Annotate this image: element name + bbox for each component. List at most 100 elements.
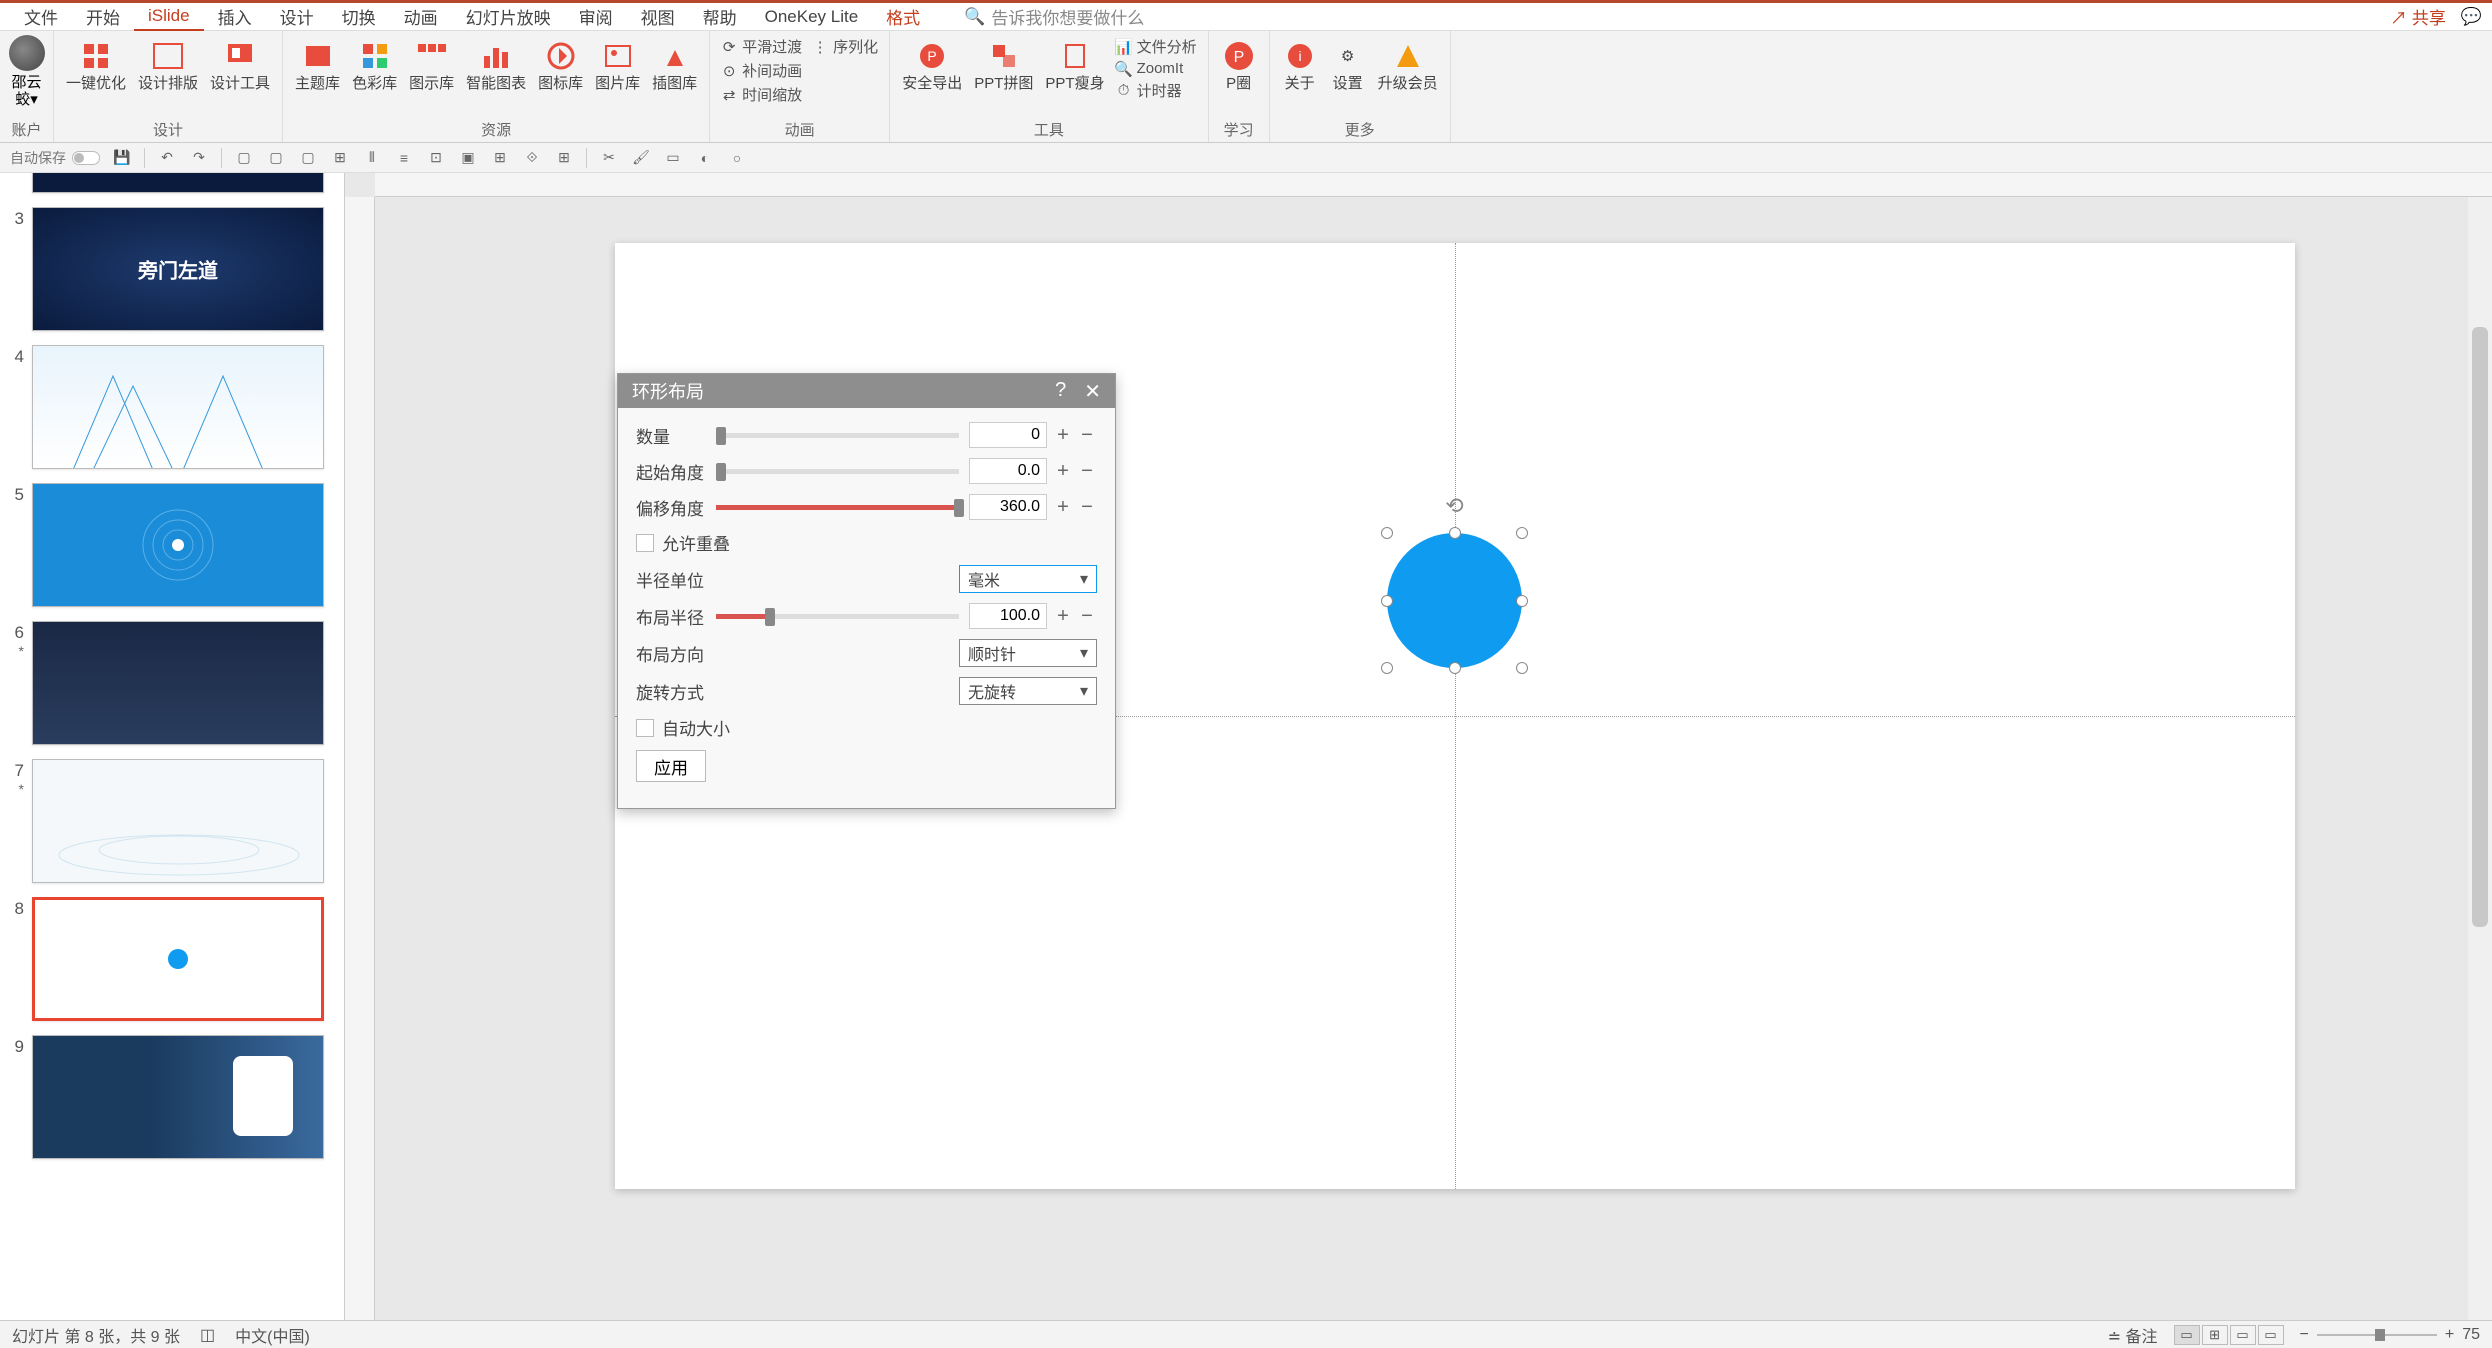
accessibility-icon[interactable]: ◫ bbox=[200, 1325, 215, 1345]
apply-button[interactable]: 应用 bbox=[636, 750, 706, 782]
start-angle-slider[interactable] bbox=[716, 469, 959, 474]
user-avatar[interactable] bbox=[9, 35, 45, 71]
qat-btn-11[interactable]: ⊞ bbox=[554, 148, 574, 168]
canvas-area[interactable]: ⟲ 环形布局 ? ✕ bbox=[345, 173, 2492, 1320]
qat-btn-12[interactable]: ✂ bbox=[599, 148, 619, 168]
btn-settings[interactable]: ⚙设置 bbox=[1326, 35, 1370, 96]
zoom-slider-thumb[interactable] bbox=[2375, 1329, 2385, 1341]
undo-icon[interactable]: ↶ bbox=[157, 148, 177, 168]
qat-btn-14[interactable]: ▭ bbox=[663, 148, 683, 168]
btn-upgrade[interactable]: 升级会员 bbox=[1374, 35, 1442, 96]
count-input[interactable] bbox=[969, 422, 1047, 448]
menu-onekey[interactable]: OneKey Lite bbox=[751, 3, 873, 31]
slide-thumb-6[interactable] bbox=[32, 621, 324, 745]
save-icon[interactable]: 💾 bbox=[112, 148, 132, 168]
slide-thumb-4[interactable] bbox=[32, 345, 324, 469]
qat-btn-2[interactable]: ▢ bbox=[266, 148, 286, 168]
dialog-title-bar[interactable]: 环形布局 ? ✕ bbox=[618, 374, 1115, 408]
btn-image-lib[interactable]: 图片库 bbox=[591, 35, 644, 96]
zoom-slider-track[interactable] bbox=[2317, 1334, 2437, 1336]
vertical-scrollbar[interactable] bbox=[2468, 197, 2492, 1320]
view-reading[interactable]: ▭ bbox=[2230, 1325, 2256, 1345]
rotate-handle[interactable]: ⟲ bbox=[1445, 493, 1463, 519]
resize-handle-s[interactable] bbox=[1449, 662, 1461, 674]
menu-slideshow[interactable]: 幻灯片放映 bbox=[452, 3, 565, 31]
slide-thumb-9[interactable] bbox=[32, 1035, 324, 1159]
btn-ppt-collage[interactable]: PPT拼图 bbox=[970, 35, 1037, 96]
btn-optimize[interactable]: 一键优化 bbox=[62, 35, 130, 96]
scrollbar-thumb[interactable] bbox=[2472, 327, 2488, 927]
view-sorter[interactable]: ⊞ bbox=[2202, 1325, 2228, 1345]
menu-islide[interactable]: iSlide bbox=[134, 3, 204, 31]
resize-handle-w[interactable] bbox=[1381, 595, 1393, 607]
resize-handle-n[interactable] bbox=[1449, 527, 1461, 539]
slide-thumb-5[interactable] bbox=[32, 483, 324, 607]
resize-handle-sw[interactable] bbox=[1381, 662, 1393, 674]
anim-smooth[interactable]: ⟳平滑过渡 bbox=[718, 35, 805, 58]
menu-help[interactable]: 帮助 bbox=[689, 3, 751, 31]
notes-button[interactable]: ≐ 备注 bbox=[2108, 1323, 2158, 1347]
view-normal[interactable]: ▭ bbox=[2174, 1325, 2200, 1345]
zoom-out[interactable]: − bbox=[2300, 1326, 2309, 1344]
dialog-help-icon[interactable]: ? bbox=[1055, 379, 1066, 404]
start-angle-input[interactable] bbox=[969, 458, 1047, 484]
view-slideshow[interactable]: ▭ bbox=[2258, 1325, 2284, 1345]
offset-angle-plus[interactable]: + bbox=[1053, 496, 1073, 519]
menu-review[interactable]: 审阅 bbox=[565, 3, 627, 31]
shape-circle[interactable] bbox=[1387, 533, 1522, 668]
zoom-value[interactable]: 75 bbox=[2462, 1326, 2480, 1344]
layout-radius-input[interactable] bbox=[969, 603, 1047, 629]
btn-diagram-lib[interactable]: 图示库 bbox=[405, 35, 458, 96]
menu-transitions[interactable]: 切换 bbox=[328, 3, 390, 31]
start-angle-minus[interactable]: − bbox=[1077, 460, 1097, 483]
count-plus[interactable]: + bbox=[1053, 424, 1073, 447]
slide-thumb-3[interactable]: 旁门左道 bbox=[32, 207, 324, 331]
menu-design[interactable]: 设计 bbox=[266, 3, 328, 31]
allow-overlap-checkbox[interactable] bbox=[636, 534, 654, 552]
resize-handle-se[interactable] bbox=[1516, 662, 1528, 674]
tell-me-search[interactable]: 🔍 告诉我你想要做什么 bbox=[964, 4, 1144, 29]
btn-pcircle[interactable]: PP圈 bbox=[1217, 35, 1261, 96]
resize-handle-nw[interactable] bbox=[1381, 527, 1393, 539]
qat-btn-6[interactable]: ≡ bbox=[394, 148, 414, 168]
btn-theme-lib[interactable]: 主题库 bbox=[291, 35, 344, 96]
qat-btn-5[interactable]: ⫴ bbox=[362, 148, 382, 168]
layout-radius-slider[interactable] bbox=[716, 614, 959, 619]
qat-btn-9[interactable]: ⊞ bbox=[490, 148, 510, 168]
btn-illustration-lib[interactable]: 插图库 bbox=[648, 35, 701, 96]
anim-timescale[interactable]: ⇄时间缩放 bbox=[718, 83, 805, 106]
share-button[interactable]: ↗ 共享 bbox=[2390, 4, 2446, 29]
slide-panel[interactable]: 3 旁门左道 4 5 6* 7* 8 9 bbox=[0, 173, 345, 1320]
tool-timer[interactable]: ⏱计时器 bbox=[1113, 79, 1200, 102]
menu-view[interactable]: 视图 bbox=[627, 3, 689, 31]
layout-radius-plus[interactable]: + bbox=[1053, 605, 1073, 628]
qat-btn-13[interactable]: 🖌 bbox=[631, 148, 651, 168]
offset-angle-slider[interactable] bbox=[716, 505, 959, 510]
qat-btn-3[interactable]: ▢ bbox=[298, 148, 318, 168]
selected-shape[interactable]: ⟲ bbox=[1387, 533, 1522, 668]
slide-thumb-2-partial[interactable] bbox=[32, 173, 324, 193]
qat-btn-15[interactable]: ◐ bbox=[695, 148, 715, 168]
menu-animations[interactable]: 动画 bbox=[390, 3, 452, 31]
qat-btn-1[interactable]: ▢ bbox=[234, 148, 254, 168]
qat-btn-4[interactable]: ⊞ bbox=[330, 148, 350, 168]
tool-zoomit[interactable]: 🔍ZoomIt bbox=[1113, 59, 1200, 78]
resize-handle-ne[interactable] bbox=[1516, 527, 1528, 539]
qat-btn-8[interactable]: ▣ bbox=[458, 148, 478, 168]
count-minus[interactable]: − bbox=[1077, 424, 1097, 447]
btn-tools[interactable]: 设计工具 bbox=[206, 35, 274, 96]
rotation-dropdown[interactable]: 无旋转 bbox=[959, 677, 1097, 705]
btn-icon-lib[interactable]: 图标库 bbox=[534, 35, 587, 96]
menu-insert[interactable]: 插入 bbox=[204, 3, 266, 31]
direction-dropdown[interactable]: 顺时针 bbox=[959, 639, 1097, 667]
offset-angle-minus[interactable]: − bbox=[1077, 496, 1097, 519]
auto-size-checkbox[interactable] bbox=[636, 719, 654, 737]
start-angle-plus[interactable]: + bbox=[1053, 460, 1073, 483]
dialog-close-icon[interactable]: ✕ bbox=[1084, 379, 1101, 404]
btn-safe-export[interactable]: P安全导出 bbox=[898, 35, 966, 96]
qat-btn-10[interactable]: ⟐ bbox=[522, 148, 542, 168]
qat-btn-7[interactable]: ⊡ bbox=[426, 148, 446, 168]
radius-unit-dropdown[interactable]: 毫米 bbox=[959, 565, 1097, 593]
tool-analyze[interactable]: 📊文件分析 bbox=[1113, 35, 1200, 58]
layout-radius-minus[interactable]: − bbox=[1077, 605, 1097, 628]
